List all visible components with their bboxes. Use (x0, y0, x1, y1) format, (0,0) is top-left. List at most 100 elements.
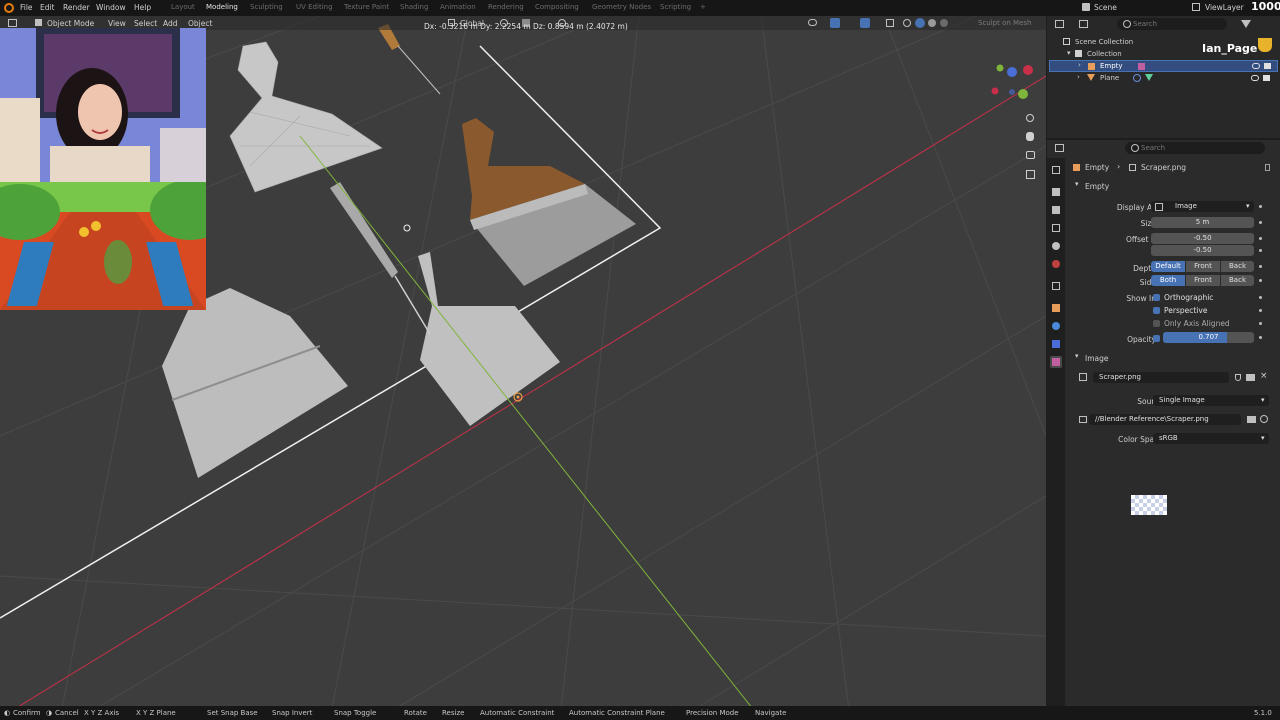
zoom-icon[interactable] (1026, 114, 1034, 122)
empty-panel-header[interactable]: ▾ Empty (1071, 180, 1276, 192)
opacity-checkbox[interactable] (1153, 335, 1160, 342)
hand-pan-icon[interactable] (1026, 132, 1034, 141)
keyframe-dot-icon[interactable] (1259, 296, 1262, 299)
keyframe-dot-icon[interactable] (1259, 249, 1262, 252)
object-data-tab-icon[interactable] (1050, 356, 1062, 368)
menu-select[interactable]: Select (134, 19, 157, 28)
collapse-chevron-icon[interactable]: ▾ (1067, 49, 1071, 57)
tab-scripting[interactable]: Scripting (660, 3, 691, 11)
keyframe-dot-icon[interactable] (1259, 221, 1262, 224)
image-name-field[interactable]: Scraper.png (1093, 372, 1229, 383)
offset-x-field[interactable]: -0.50 (1151, 233, 1254, 244)
eye-visibility-icon[interactable] (1251, 75, 1259, 81)
menu-add[interactable]: Add (163, 19, 178, 28)
expand-chevron-icon[interactable]: › (1077, 73, 1080, 81)
side-both-option[interactable]: Both (1151, 275, 1185, 286)
view-layer-selector[interactable]: ViewLayer (1205, 3, 1244, 12)
image-browse-icon[interactable] (1079, 373, 1087, 381)
fake-user-shield-icon[interactable] (1235, 374, 1241, 381)
rendered-shading-icon[interactable] (940, 19, 948, 27)
navigation-gizmo[interactable] (991, 64, 1034, 100)
side-back-option[interactable]: Back (1221, 275, 1254, 286)
xray-toggle-icon[interactable] (886, 19, 894, 27)
outliner-row-empty[interactable]: › Empty (1049, 60, 1278, 72)
mode-selector[interactable]: Object Mode (47, 19, 94, 28)
color-space-dropdown[interactable]: sRGB ▾ (1153, 433, 1269, 444)
material-shading-icon[interactable] (928, 19, 936, 27)
display-as-dropdown[interactable]: Image ▾ (1151, 201, 1254, 212)
opacity-slider[interactable]: 0.707 (1163, 332, 1254, 343)
outliner-search-input[interactable]: Search (1117, 18, 1227, 30)
overlay-toggle-icon[interactable] (860, 18, 870, 28)
keyframe-dot-icon[interactable] (1259, 205, 1262, 208)
tab-sculpting[interactable]: Sculpting (250, 3, 283, 11)
menu-file[interactable]: File (20, 3, 33, 12)
outliner-funnel-icon[interactable] (1241, 20, 1251, 28)
expand-chevron-icon[interactable]: › (1078, 61, 1081, 69)
world-tab-icon[interactable] (1052, 260, 1060, 268)
scene-tab-icon[interactable] (1052, 242, 1060, 250)
file-browse-folder-icon[interactable] (1247, 416, 1256, 423)
outliner-row-plane[interactable]: › Plane (1047, 72, 1280, 84)
visibility-icon[interactable] (808, 19, 817, 26)
depth-front-option[interactable]: Front (1186, 261, 1220, 272)
object-tab-icon[interactable] (1052, 304, 1060, 312)
keyframe-dot-icon[interactable] (1259, 265, 1262, 268)
side-front-option[interactable]: Front (1186, 275, 1220, 286)
keyframe-dot-icon[interactable] (1259, 322, 1262, 325)
tab-layout[interactable]: Layout (171, 3, 195, 11)
menu-render[interactable]: Render (63, 3, 90, 12)
tab-rendering[interactable]: Rendering (488, 3, 524, 11)
reload-icon[interactable] (1260, 415, 1268, 423)
properties-editor-icon[interactable] (1055, 144, 1064, 152)
collection-tab-icon[interactable] (1052, 282, 1060, 290)
tab-texture-paint[interactable]: Texture Paint (344, 3, 389, 11)
scene-selector[interactable]: Scene (1094, 3, 1117, 12)
add-workspace-button[interactable]: + (700, 3, 706, 11)
image-panel-header[interactable]: ▾ Image (1071, 352, 1276, 364)
offset-y-field[interactable]: -0.50 (1151, 245, 1254, 256)
tab-uv-editing[interactable]: UV Editing (296, 3, 333, 11)
unlink-close-icon[interactable]: × (1260, 371, 1268, 381)
menu-help[interactable]: Help (134, 3, 151, 12)
physics-tab-icon[interactable] (1052, 322, 1060, 330)
filepath-field[interactable]: //Blender Reference\Scraper.png (1089, 414, 1241, 425)
sculpt-on-mesh-button[interactable]: Sculpt on Mesh (978, 19, 1031, 27)
eye-visibility-icon[interactable] (1252, 63, 1260, 69)
image-datablock-selector[interactable]: Scraper.png × (1077, 371, 1271, 384)
solid-shading-icon[interactable] (915, 18, 925, 28)
depth-back-option[interactable]: Back (1221, 261, 1254, 272)
source-dropdown[interactable]: Single Image ▾ (1153, 395, 1269, 406)
size-field[interactable]: 5 m (1151, 217, 1254, 228)
properties-search-input[interactable]: Search (1125, 142, 1265, 154)
keyframe-dot-icon[interactable] (1259, 279, 1262, 282)
tab-modeling[interactable]: Modeling (206, 3, 238, 11)
orthographic-checkbox[interactable] (1153, 294, 1160, 301)
pin-icon[interactable] (1265, 164, 1270, 171)
gizmo-toggle-icon[interactable] (830, 18, 840, 28)
tab-geometry-nodes[interactable]: Geometry Nodes (592, 3, 651, 11)
camera-render-icon[interactable] (1263, 75, 1270, 81)
outliner-filter-icon[interactable] (1079, 20, 1088, 28)
view-layer-tab-icon[interactable] (1052, 224, 1060, 232)
keyframe-dot-icon[interactable] (1259, 309, 1262, 312)
tab-animation[interactable]: Animation (440, 3, 476, 11)
blender-logo-icon[interactable] (4, 3, 14, 13)
menu-object[interactable]: Object (188, 19, 212, 28)
tool-tab-icon[interactable] (1052, 166, 1060, 174)
keyframe-dot-icon[interactable] (1259, 237, 1262, 240)
tab-compositing[interactable]: Compositing (535, 3, 579, 11)
constraints-tab-icon[interactable] (1052, 340, 1060, 348)
camera-render-icon[interactable] (1264, 63, 1271, 69)
output-tab-icon[interactable] (1052, 206, 1060, 214)
camera-view-icon[interactable] (1026, 151, 1035, 159)
depth-default-option[interactable]: Default (1151, 261, 1185, 272)
menu-view[interactable]: View (108, 19, 126, 28)
only-axis-aligned-checkbox[interactable] (1153, 320, 1160, 327)
grid-view-icon[interactable] (1026, 170, 1035, 179)
wireframe-shading-icon[interactable] (903, 19, 911, 27)
perspective-checkbox[interactable] (1153, 307, 1160, 314)
render-tab-icon[interactable] (1052, 188, 1060, 196)
keyframe-dot-icon[interactable] (1259, 336, 1262, 339)
tab-shading[interactable]: Shading (400, 3, 428, 11)
